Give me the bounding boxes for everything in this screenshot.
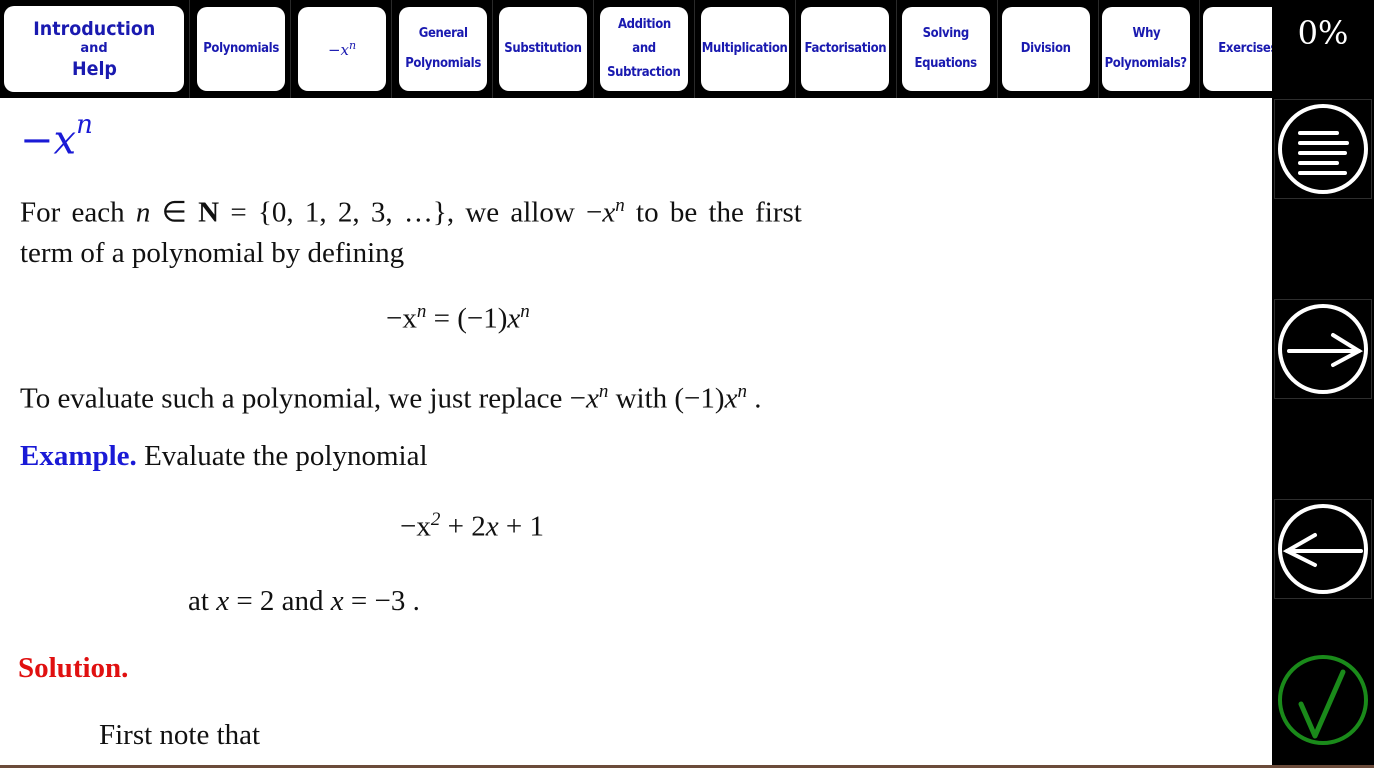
nav-why-polynomials-button[interactable]: Why Polynomials? (1102, 7, 1190, 91)
nav-label: Division (1021, 41, 1071, 56)
nav-label: Addition (617, 17, 671, 32)
nav-cell: −xn (291, 0, 392, 98)
menu-button[interactable] (1274, 99, 1372, 199)
example-label: Example. (20, 440, 137, 472)
solution-text: First note that (99, 719, 261, 751)
nav-cell: Why Polynomials? (1099, 0, 1200, 98)
nav-label: Polynomials (203, 41, 279, 56)
checkmark-icon (1278, 655, 1368, 745)
nav-cell: Introduction and Help (0, 0, 190, 98)
nav-cell: Exercises (1200, 0, 1272, 98)
menu-icon (1278, 104, 1368, 194)
nav-cell: Addition and Subtraction (594, 0, 695, 98)
nav-cell: General Polynomials (392, 0, 493, 98)
solution-label: Solution. (18, 652, 129, 684)
example-paragraph: Example. Evaluate the polynomial (20, 440, 428, 472)
nav-cell: Substitution (493, 0, 594, 98)
nav-label: Subtraction (607, 65, 681, 80)
intro-paragraph: For each n ∈ N = {0, 1, 2, 3, …}, we all… (20, 195, 802, 269)
nav-minus-x-n-button[interactable]: −xn (298, 7, 386, 91)
nav-label: Polynomials? (1104, 56, 1188, 71)
nav-polynomials-button[interactable]: Polynomials (197, 7, 285, 91)
nav-label: Factorisation (804, 41, 886, 56)
example-polynomial: −x2 + 2x + 1 (400, 509, 544, 543)
evaluate-paragraph: To evaluate such a polynomial, we just r… (20, 381, 762, 415)
nav-division-button[interactable]: Division (1002, 7, 1090, 91)
nav-factorisation-button[interactable]: Factorisation (801, 7, 889, 91)
nav-label: Solving (922, 26, 970, 41)
nav-label: and (80, 41, 108, 56)
nav-label: −xn (327, 39, 357, 59)
nav-label: Polynomials (405, 56, 481, 71)
nav-label: Equations (914, 56, 978, 71)
nav-cell: Polynomials (190, 0, 291, 98)
solution-heading: Solution. (18, 648, 128, 688)
nav-label: and (632, 41, 656, 56)
nav-solving-equations-button[interactable]: Solving Equations (902, 7, 990, 91)
nav-label: Why (1132, 26, 1160, 41)
nav-intro-help-button[interactable]: Introduction and Help (4, 6, 184, 92)
control-rail: 0% (1272, 0, 1374, 768)
back-button[interactable] (1274, 499, 1372, 599)
page-content: −xn For each n ∈ N = {0, 1, 2, 3, …}, we… (0, 98, 1272, 766)
nav-exercises-button[interactable]: Exercises (1203, 7, 1272, 91)
nav-label: Help (71, 58, 117, 80)
nav-cell: Division (998, 0, 1099, 98)
nav-general-polynomials-button[interactable]: General Polynomials (399, 7, 487, 91)
progress-indicator: 0% (1297, 14, 1349, 52)
arrow-right-icon (1278, 304, 1368, 394)
topic-nav-bar: Introduction and Help Polynomials −xn Ge… (0, 0, 1272, 98)
nav-label: Exercises (1218, 41, 1272, 56)
nav-label: General (418, 26, 468, 41)
nav-substitution-button[interactable]: Substitution (499, 7, 587, 91)
nav-cell: Solving Equations (897, 0, 998, 98)
next-page-button[interactable] (1274, 299, 1372, 399)
check-answer-button[interactable] (1274, 650, 1372, 750)
nav-label: Introduction (32, 18, 156, 40)
nav-cell: Multiplication (695, 0, 796, 98)
nav-cell: Factorisation (796, 0, 897, 98)
page-title: −xn (20, 110, 93, 164)
nav-label: Multiplication (702, 41, 788, 56)
nav-multiplication-button[interactable]: Multiplication (701, 7, 789, 91)
evaluation-points: at x = 2 and x = −3 . (188, 585, 420, 617)
nav-addition-subtraction-button[interactable]: Addition and Subtraction (600, 7, 688, 91)
nav-label: Substitution (504, 41, 582, 56)
definition-equation: −xn = (−1)xn (386, 301, 530, 335)
arrow-left-icon (1278, 504, 1368, 594)
